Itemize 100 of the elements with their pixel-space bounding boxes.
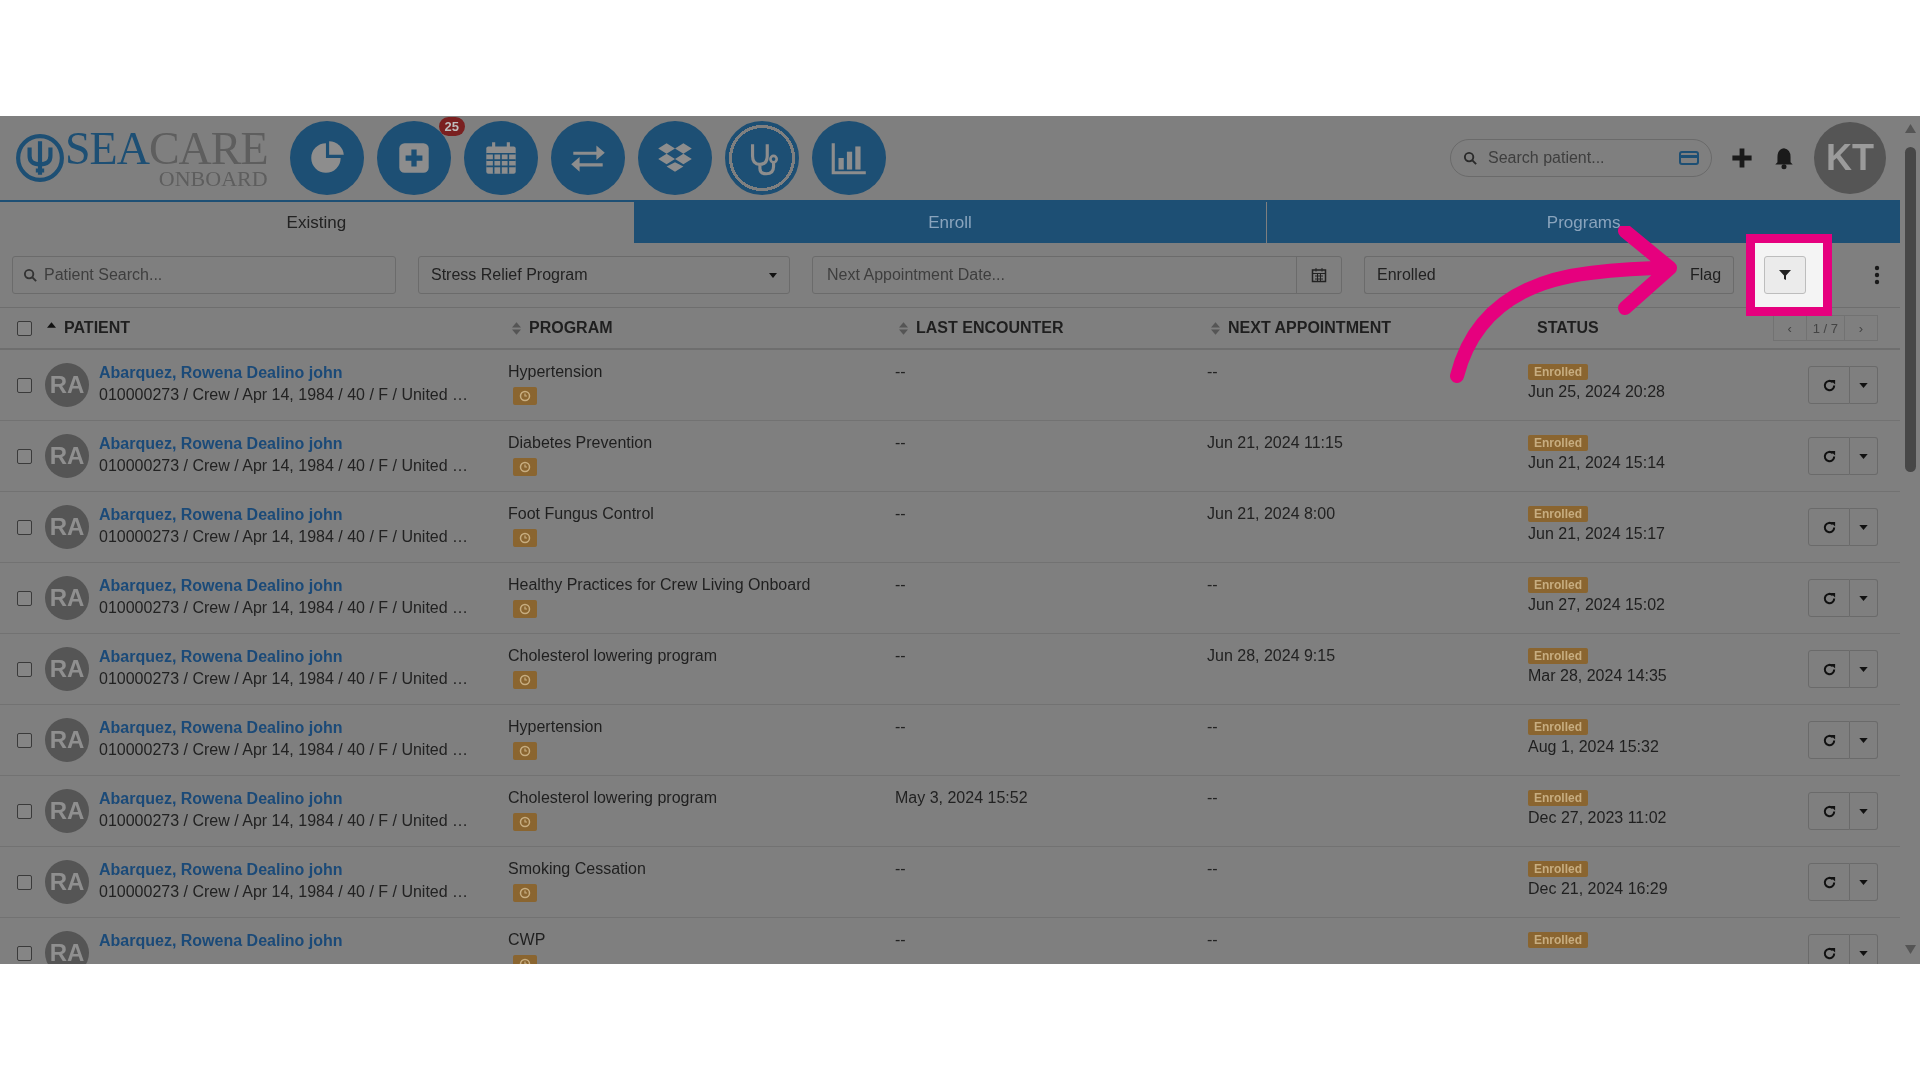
date-input[interactable]: Next Appointment Date... (825, 265, 1296, 285)
caret-icon (1859, 808, 1868, 814)
patient-details: 010000273 / Crew / Apr 14, 1984 / 40 / F / United … (99, 811, 470, 831)
caret-icon (769, 272, 777, 278)
patient-name-link[interactable]: Abarquez, Rowena Dealino john (99, 575, 343, 597)
status-badge: Enrolled (1528, 506, 1588, 522)
dropdown-button[interactable] (1850, 792, 1878, 830)
next-appointment-cell-text: -- (1207, 788, 1219, 808)
refresh-button[interactable] (1808, 792, 1850, 830)
bell-icon[interactable] (1772, 146, 1796, 170)
program-name: Healthy Practices for Crew Living Onboard (508, 575, 812, 595)
program-name: Cholesterol lowering program (508, 788, 718, 808)
calendar-icon[interactable] (1311, 267, 1327, 283)
patient-name-link[interactable]: Abarquez, Rowena Dealino john (99, 504, 343, 526)
card-icon[interactable] (1679, 150, 1699, 166)
program-name: Foot Fungus Control (508, 504, 655, 524)
trident-icon (15, 133, 65, 183)
program-dropdown[interactable]: Stress Relief Program (418, 256, 790, 294)
refresh-button[interactable] (1808, 721, 1850, 759)
refresh-button[interactable] (1808, 508, 1850, 546)
status-date: Jun 21, 2024 15:17 (1528, 525, 1666, 543)
status-date: Mar 28, 2024 14:35 (1528, 667, 1668, 685)
select-all-checkbox[interactable] (17, 320, 32, 336)
previous-page-button[interactable]: ‹ (1772, 315, 1807, 341)
last-encounter-cell-text: -- (895, 433, 907, 453)
refresh-button[interactable] (1808, 366, 1850, 404)
patient-name-link[interactable]: Abarquez, Rowena Dealino john (99, 788, 343, 810)
dropdown-button[interactable] (1850, 579, 1878, 617)
search-icon (23, 267, 38, 283)
scroll-thumb[interactable] (1904, 147, 1916, 472)
patient-name-link[interactable]: Abarquez, Rowena Dealino john (99, 646, 343, 668)
row-checkbox[interactable] (17, 519, 32, 535)
search-icon (1463, 150, 1478, 166)
patient-search-field[interactable]: Patient Search... (12, 256, 396, 294)
program-name: Hypertension (508, 717, 604, 737)
more-icon[interactable] (1874, 265, 1881, 285)
row-checkbox[interactable] (17, 874, 32, 890)
patient-name-link[interactable]: Abarquez, Rowena Dealino john (99, 717, 343, 739)
program-name: Cholesterol lowering program (508, 646, 718, 666)
scroll-down-icon[interactable] (1904, 945, 1916, 954)
clock-badge-icon (513, 600, 537, 618)
caret-icon (1859, 950, 1868, 956)
row-checkbox[interactable] (17, 448, 32, 464)
status-dropdown[interactable]: Enrolled (1364, 256, 1674, 294)
dropdown-button[interactable] (1850, 650, 1878, 688)
patient-search-input[interactable]: Patient Search... (42, 265, 383, 285)
caret-icon (1859, 453, 1868, 459)
filter-icon (1779, 269, 1792, 281)
next-appointment-cell-text: Jun 21, 2024 11:15 (1207, 433, 1344, 453)
sort-icon[interactable] (899, 321, 908, 335)
patient-avatar: RA (45, 860, 89, 904)
tab[interactable]: Programs (1266, 202, 1900, 243)
program-name: CWP (508, 930, 547, 950)
patient-name-link[interactable]: Abarquez, Rowena Dealino john (99, 859, 343, 881)
count-badge: 25 (438, 117, 465, 136)
refresh-icon (1821, 874, 1837, 890)
refresh-button[interactable] (1808, 650, 1850, 688)
patient-name-link[interactable]: Abarquez, Rowena Dealino john (99, 930, 343, 952)
refresh-button[interactable] (1808, 863, 1850, 901)
next-appointment-cell-text: Jun 21, 2024 8:00 (1207, 504, 1337, 524)
patient-name-link[interactable]: Abarquez, Rowena Dealino john (99, 362, 343, 384)
row-checkbox[interactable] (17, 803, 32, 819)
dropdown-button[interactable] (1850, 437, 1878, 475)
dropdown-button[interactable] (1850, 366, 1878, 404)
next-page-button[interactable]: › (1844, 315, 1878, 341)
refresh-icon (1821, 377, 1837, 393)
filter-button[interactable] (1764, 256, 1807, 294)
dropdown-button[interactable] (1850, 721, 1878, 759)
last-encounter-cell-text: -- (895, 859, 907, 879)
status-date: Jun 25, 2024 20:28 (1528, 383, 1666, 401)
row-checkbox[interactable] (17, 661, 32, 677)
program-name: Hypertension (508, 362, 604, 382)
program-name: Diabetes Prevention (508, 433, 654, 453)
refresh-button[interactable] (1808, 579, 1850, 617)
refresh-button[interactable] (1808, 437, 1850, 475)
scroll-up-icon[interactable] (1904, 124, 1916, 133)
sort-ascending-icon[interactable] (47, 322, 56, 328)
patient-avatar: RA (45, 789, 89, 833)
sort-icon[interactable] (512, 321, 521, 335)
patient-name-link[interactable]: Abarquez, Rowena Dealino john (99, 433, 343, 455)
status-badge: Enrolled (1528, 435, 1588, 451)
add-icon[interactable] (1730, 146, 1754, 170)
program-name: Smoking Cessation (508, 859, 647, 879)
tab[interactable]: Enroll (632, 202, 1267, 243)
row-checkbox[interactable] (17, 377, 32, 393)
clock-badge-icon (513, 742, 537, 760)
status-badge: Enrolled (1528, 577, 1588, 593)
flag-dropdown[interactable]: Flag (1674, 256, 1735, 294)
sort-icon[interactable] (1211, 321, 1220, 335)
next-appointment-cell-text: -- (1207, 930, 1219, 950)
dropdown-button[interactable] (1850, 863, 1878, 901)
user-avatar[interactable]: KT (1814, 122, 1886, 194)
dropdown-button[interactable] (1850, 508, 1878, 546)
search-input[interactable]: Search patient... (1486, 148, 1671, 168)
row-checkbox[interactable] (17, 945, 32, 961)
date-field[interactable]: Next Appointment Date... (812, 256, 1342, 294)
row-checkbox[interactable] (17, 732, 32, 748)
row-checkbox[interactable] (17, 590, 32, 606)
next-appointment-cell-text: -- (1207, 575, 1219, 595)
refresh-icon (1821, 661, 1837, 677)
